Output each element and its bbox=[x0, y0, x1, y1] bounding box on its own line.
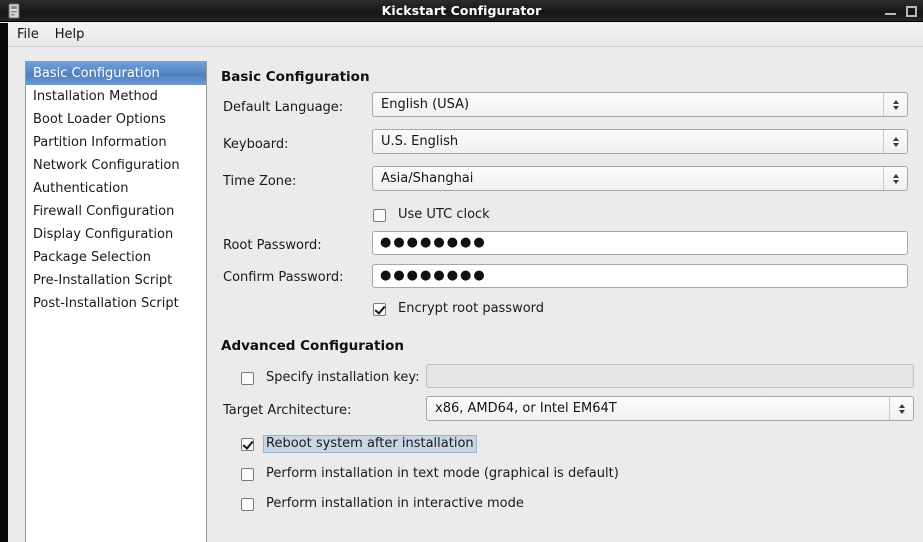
window-title: Kickstart Configurator bbox=[381, 3, 542, 18]
keyboard-value: U.S. English bbox=[381, 134, 459, 149]
keyboard-combobox[interactable]: U.S. English bbox=[372, 129, 908, 154]
interactive-mode-label: Perform installation in interactive mode bbox=[266, 496, 524, 511]
section-heading-basic-configuration: Basic Configuration bbox=[221, 69, 370, 85]
sidebar-item-network-configuration[interactable]: Network Configuration bbox=[26, 154, 206, 177]
label-default-language: Default Language: bbox=[223, 100, 344, 115]
minimize-icon[interactable] bbox=[885, 6, 896, 17]
label-confirm-password: Confirm Password: bbox=[223, 270, 344, 285]
root-password-input[interactable]: ●●●●●●●● bbox=[372, 231, 908, 255]
installation-key-label: Specify installation key: bbox=[266, 370, 420, 385]
use-utc-clock-row[interactable]: Use UTC clock bbox=[373, 206, 493, 224]
default-language-value: English (USA) bbox=[381, 97, 470, 112]
installation-key-input[interactable] bbox=[426, 364, 914, 388]
target-architecture-value: x86, AMD64, or Intel EM64T bbox=[435, 401, 617, 416]
sidebar-item-display-configuration[interactable]: Display Configuration bbox=[26, 223, 206, 246]
window-frame-left bbox=[0, 23, 8, 542]
sidebar-item-partition-information[interactable]: Partition Information bbox=[26, 131, 206, 154]
time-zone-value: Asia/Shanghai bbox=[381, 171, 474, 186]
chevron-updown-icon bbox=[889, 397, 913, 420]
main-panel: Basic Configuration Default Language: En… bbox=[214, 48, 923, 542]
chevron-updown-icon bbox=[883, 93, 907, 116]
encrypt-root-password-checkbox[interactable] bbox=[373, 302, 386, 316]
sidebar-item-installation-method[interactable]: Installation Method bbox=[26, 85, 206, 108]
label-keyboard: Keyboard: bbox=[223, 137, 289, 152]
menu-bar: File Help bbox=[0, 23, 923, 47]
use-utc-clock-label: Use UTC clock bbox=[398, 207, 490, 222]
label-target-architecture: Target Architecture: bbox=[223, 403, 352, 418]
application-window: Kickstart Configurator File Help Basic C… bbox=[0, 0, 923, 542]
sidebar-list[interactable]: Basic Configuration Installation Method … bbox=[25, 61, 207, 542]
sidebar-item-authentication[interactable]: Authentication bbox=[26, 177, 206, 200]
label-root-password: Root Password: bbox=[223, 238, 322, 253]
root-password-value: ●●●●●●●● bbox=[380, 235, 487, 250]
confirm-password-input[interactable]: ●●●●●●●● bbox=[372, 264, 908, 288]
encrypt-root-password-row[interactable]: Encrypt root password bbox=[373, 300, 547, 318]
interactive-mode-checkbox[interactable] bbox=[241, 497, 254, 511]
chevron-updown-icon bbox=[883, 167, 907, 190]
confirm-password-value: ●●●●●●●● bbox=[380, 268, 487, 283]
sidebar-item-boot-loader-options[interactable]: Boot Loader Options bbox=[26, 108, 206, 131]
reboot-after-installation-label: Reboot system after installation bbox=[263, 435, 477, 453]
use-utc-clock-checkbox[interactable] bbox=[373, 208, 386, 222]
reboot-after-installation-checkbox[interactable] bbox=[241, 437, 254, 451]
section-heading-advanced-configuration: Advanced Configuration bbox=[221, 338, 404, 354]
sidebar-item-firewall-configuration[interactable]: Firewall Configuration bbox=[26, 200, 206, 223]
menu-item-help[interactable]: Help bbox=[47, 24, 93, 45]
time-zone-combobox[interactable]: Asia/Shanghai bbox=[372, 166, 908, 191]
sidebar-item-pre-installation-script[interactable]: Pre-Installation Script bbox=[26, 269, 206, 292]
text-mode-checkbox[interactable] bbox=[241, 467, 254, 481]
chevron-updown-icon bbox=[883, 130, 907, 153]
sidebar-item-post-installation-script[interactable]: Post-Installation Script bbox=[26, 292, 206, 315]
installation-key-row[interactable]: Specify installation key: bbox=[241, 369, 423, 387]
window-body: Basic Configuration Installation Method … bbox=[8, 48, 923, 542]
title-bar: Kickstart Configurator bbox=[0, 0, 923, 22]
label-time-zone: Time Zone: bbox=[223, 174, 297, 189]
encrypt-root-password-label: Encrypt root password bbox=[398, 301, 545, 316]
default-language-combobox[interactable]: English (USA) bbox=[372, 92, 908, 117]
reboot-after-installation-row[interactable]: Reboot system after installation bbox=[241, 435, 477, 453]
window-controls bbox=[885, 0, 917, 22]
interactive-mode-row[interactable]: Perform installation in interactive mode bbox=[241, 495, 527, 513]
sidebar-item-package-selection[interactable]: Package Selection bbox=[26, 246, 206, 269]
text-mode-label: Perform installation in text mode (graph… bbox=[266, 466, 619, 481]
sidebar-item-basic-configuration[interactable]: Basic Configuration bbox=[26, 62, 206, 85]
menu-item-file[interactable]: File bbox=[9, 24, 47, 45]
target-architecture-combobox[interactable]: x86, AMD64, or Intel EM64T bbox=[426, 396, 914, 421]
text-mode-row[interactable]: Perform installation in text mode (graph… bbox=[241, 465, 622, 483]
installation-key-checkbox[interactable] bbox=[241, 371, 254, 385]
maximize-icon[interactable] bbox=[906, 5, 917, 17]
